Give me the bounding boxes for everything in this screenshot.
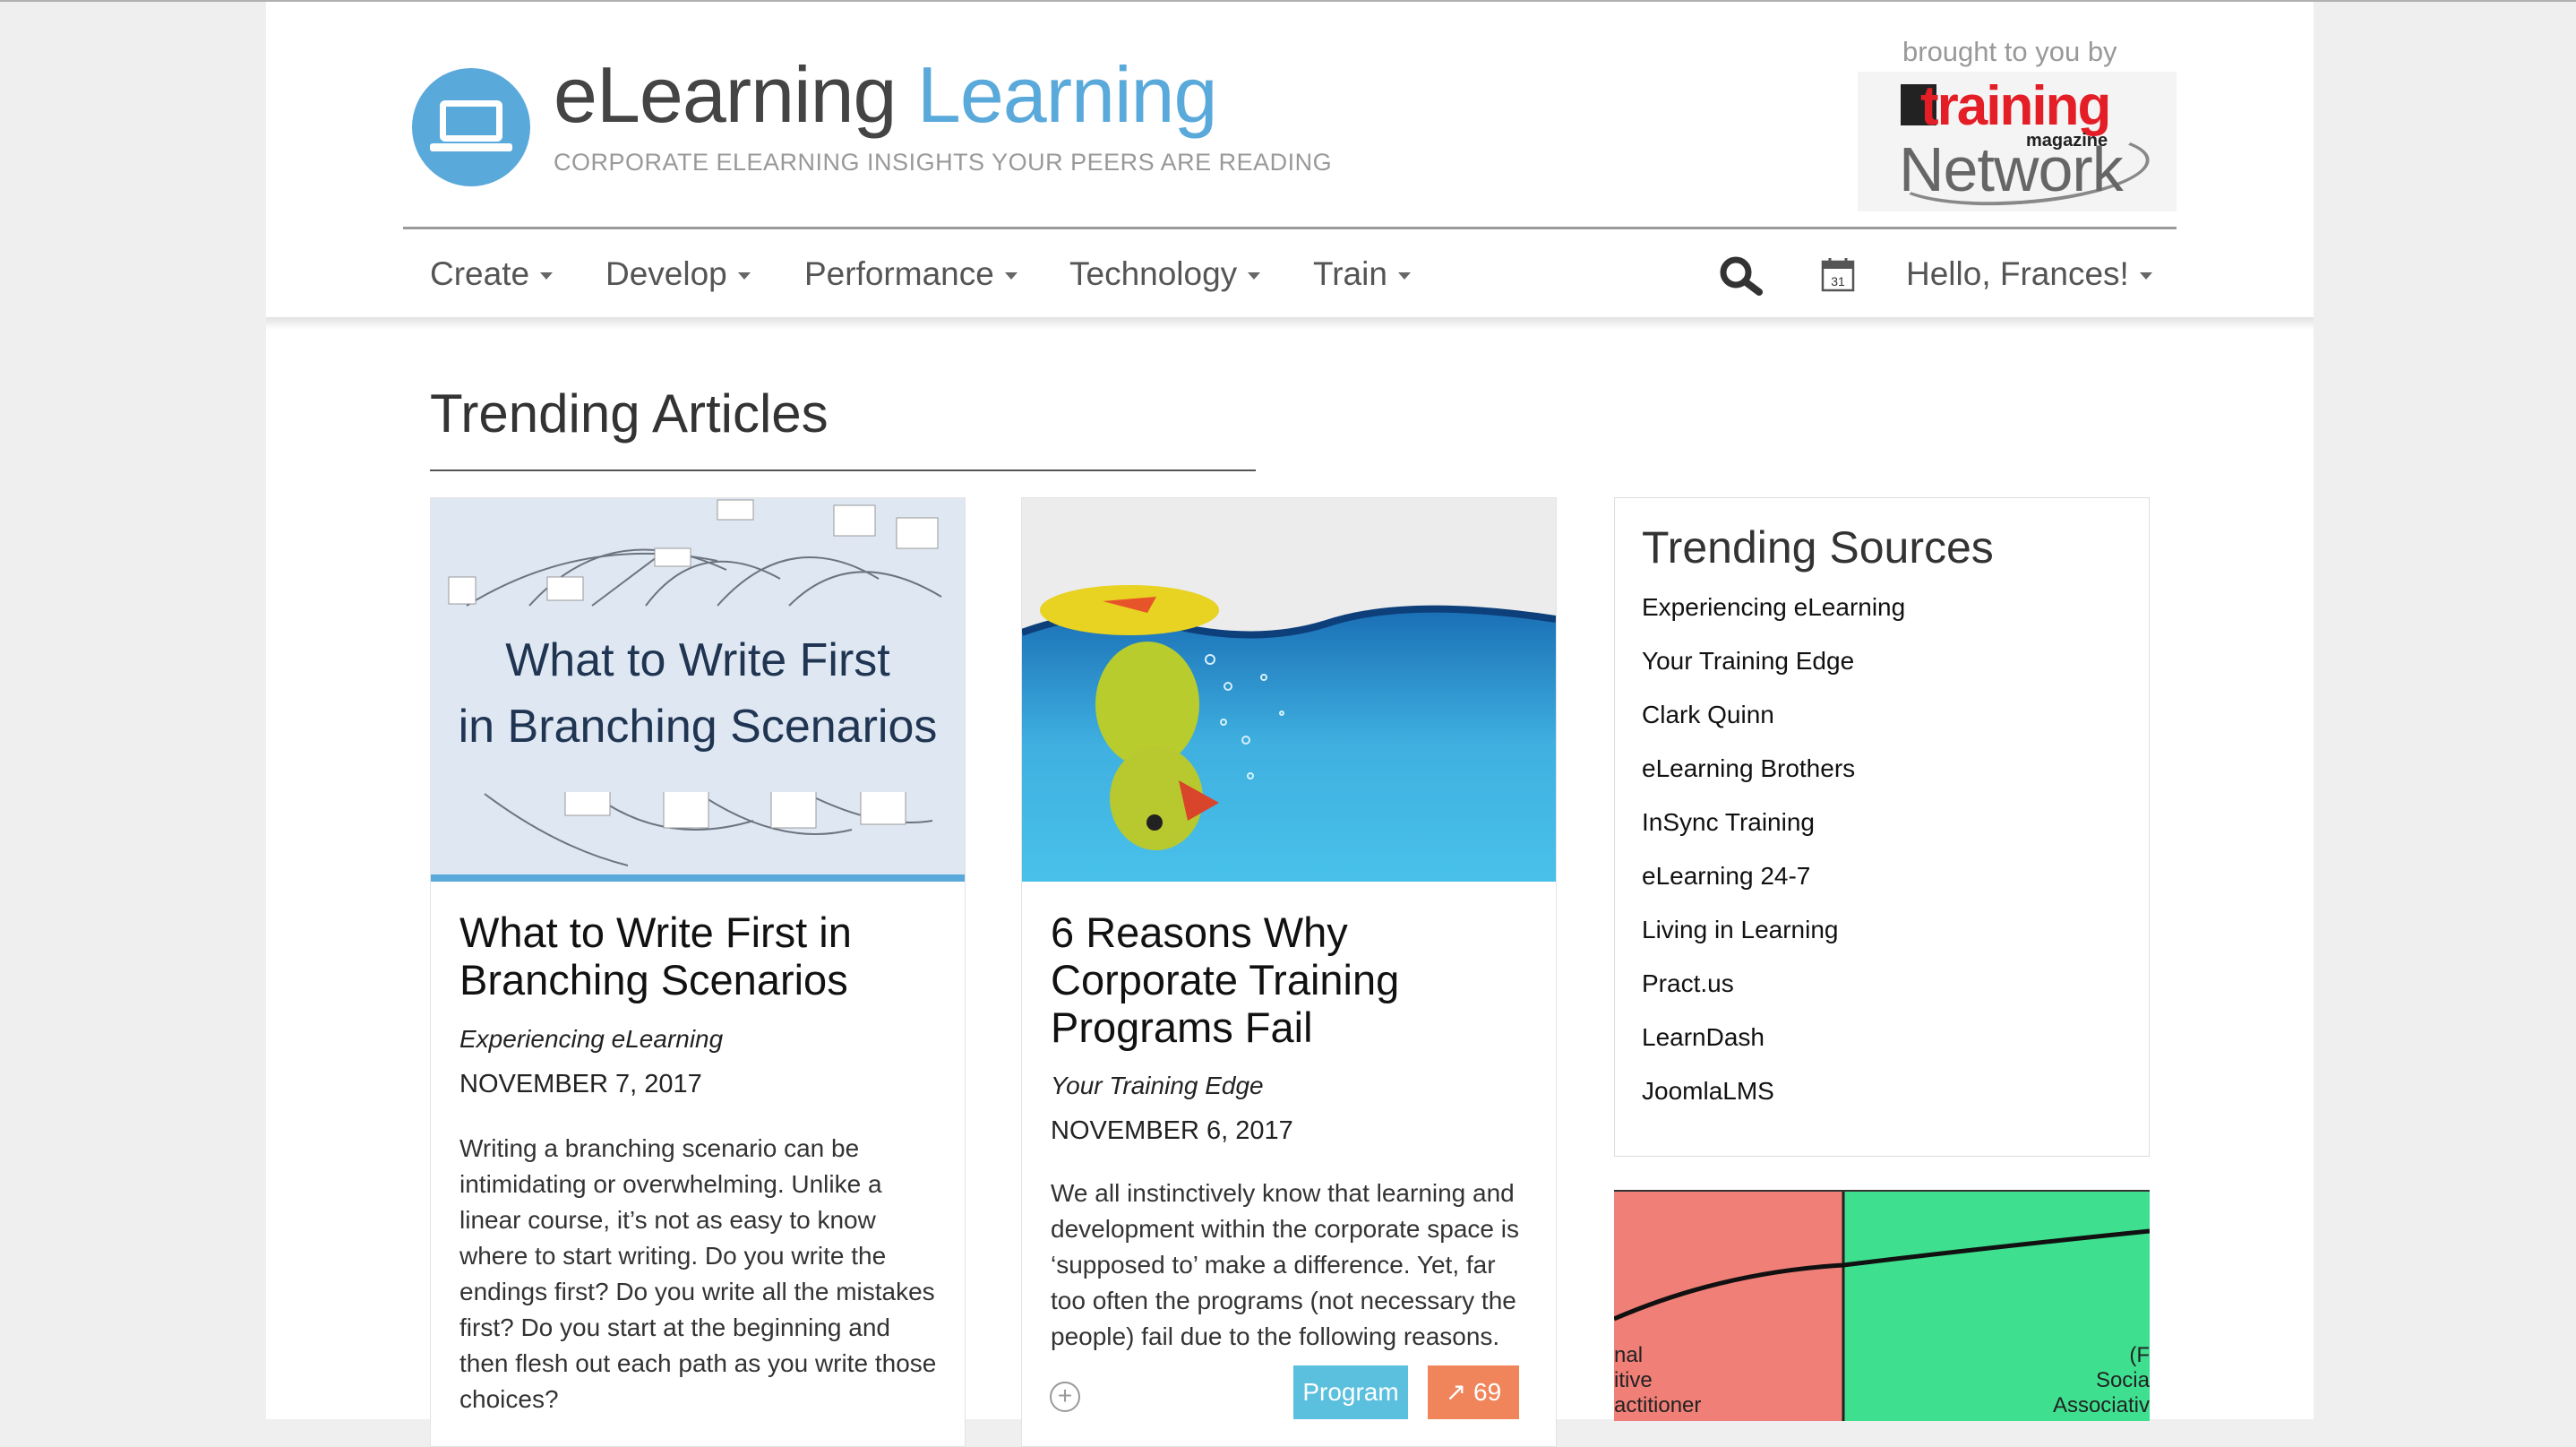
nav-performance[interactable]: Performance [804, 249, 1018, 299]
header-divider [403, 227, 2177, 229]
article-image-line-2: in Branching Scenarios [459, 701, 938, 753]
article-excerpt: We all instinctively know that learning … [1051, 1179, 1519, 1350]
nav-train[interactable]: Train [1313, 249, 1411, 299]
article-card[interactable]: 6 Reasons Why Corporate Training Program… [1021, 497, 1557, 1447]
source-link[interactable]: Experiencing eLearning [1642, 593, 1905, 622]
logo-part-2: Learning [916, 50, 1218, 139]
ad-left-text-1: nal [1614, 1343, 1643, 1367]
article-title[interactable]: 6 Reasons Why Corporate Training Program… [1051, 909, 1534, 1051]
trending-sources-title: Trending Sources [1642, 522, 1994, 573]
article-card[interactable]: What to Write First in Branching Scenari… [430, 497, 966, 1447]
nav-create[interactable]: Create [430, 249, 554, 299]
nav-create-label: Create [430, 255, 530, 292]
section-divider [430, 469, 1256, 471]
calendar-day: 31 [1831, 274, 1845, 289]
article-title[interactable]: What to Write First in Branching Scenari… [459, 909, 943, 1003]
nav-technology-label: Technology [1069, 255, 1238, 292]
article-image-line-1: What to Write First [505, 634, 890, 686]
brought-to-you-by: brought to you by [1902, 36, 2117, 67]
chevron-down-icon [1248, 272, 1261, 280]
sponsor-network-text: Network [1899, 134, 2124, 204]
source-link[interactable]: JoomlaLMS [1642, 1077, 1774, 1106]
chevron-down-icon [540, 272, 554, 280]
search-icon[interactable] [1718, 253, 1763, 297]
user-menu[interactable]: Hello, Frances! [1906, 249, 2152, 299]
article-image[interactable] [1022, 498, 1556, 882]
nav-develop-label: Develop [605, 255, 727, 292]
article-source[interactable]: Your Training Edge [1051, 1072, 1264, 1100]
article-date: NOVEMBER 7, 2017 [459, 1070, 702, 1098]
nav-performance-label: Performance [804, 255, 994, 292]
sponsor-training-text: training [1920, 75, 2111, 137]
source-link[interactable]: Living in Learning [1642, 916, 1839, 944]
header-shadow [266, 317, 2314, 330]
source-link[interactable]: Your Training Edge [1642, 647, 1854, 676]
source-link[interactable]: InSync Training [1642, 808, 1815, 837]
ad-left-text-3: actitioner [1614, 1393, 1701, 1417]
site-logo-text[interactable]: eLearning Learning [554, 56, 1217, 134]
sidebar-ad-image[interactable]: nal itive actitioner (F Socia Associativ [1614, 1190, 2150, 1421]
article-source[interactable]: Experiencing eLearning [459, 1025, 723, 1054]
source-link[interactable]: Pract.us [1642, 969, 1734, 998]
article-date: NOVEMBER 6, 2017 [1051, 1116, 1293, 1145]
source-link[interactable]: eLearning 24-7 [1642, 862, 1810, 891]
user-greeting: Hello, Frances! [1906, 255, 2129, 292]
nav-technology[interactable]: Technology [1069, 249, 1261, 299]
add-icon[interactable]: + [1050, 1382, 1080, 1412]
trend-count: 69 [1473, 1378, 1502, 1406]
source-link[interactable]: eLearning Brothers [1642, 754, 1855, 783]
source-link[interactable]: LearnDash [1642, 1023, 1765, 1052]
chevron-down-icon [737, 272, 751, 280]
trending-up-icon: ↗ [1445, 1378, 1467, 1406]
article-image[interactable]: What to Write First in Branching Scenari… [431, 498, 965, 882]
chevron-down-icon [1004, 272, 1018, 280]
chevron-down-icon [2139, 272, 2152, 280]
ad-right-text-1: (F [2129, 1343, 2150, 1367]
article-excerpt: Writing a branching scenario can be inti… [459, 1134, 937, 1413]
trending-sources-panel: Trending Sources Experiencing eLearning … [1614, 497, 2150, 1157]
laptop-screen-shape [440, 100, 502, 142]
ad-right-text-3: Associativ [2053, 1393, 2150, 1417]
nav-develop[interactable]: Develop [605, 249, 751, 299]
logo-part-1: eLearning [554, 50, 897, 139]
chevron-down-icon [1397, 272, 1411, 280]
trend-button[interactable]: ↗ 69 [1428, 1365, 1519, 1419]
ad-left-text-2: itive [1614, 1368, 1653, 1392]
calendar-icon[interactable]: 31 [1820, 256, 1856, 292]
page-title: Trending Articles [430, 383, 829, 444]
laptop-base-shape [430, 143, 512, 151]
nav-train-label: Train [1313, 255, 1387, 292]
source-link[interactable]: Clark Quinn [1642, 701, 1774, 729]
ad-right-text-2: Socia [2096, 1368, 2150, 1392]
site-tagline: CORPORATE ELEARNING INSIGHTS YOUR PEERS … [554, 149, 1333, 176]
tag-button[interactable]: Program [1293, 1365, 1408, 1419]
